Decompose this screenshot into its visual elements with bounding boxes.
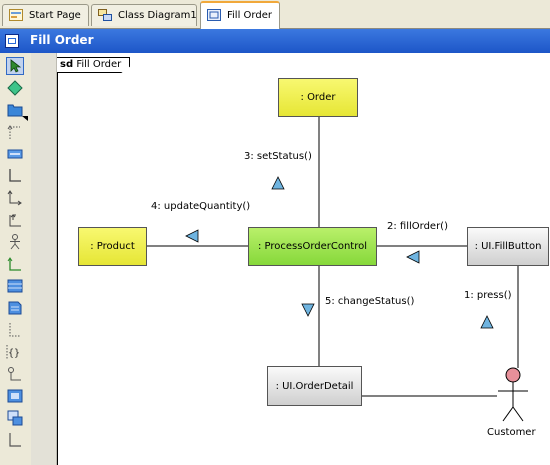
lifeline-tool-icon[interactable] [6, 101, 28, 121]
actor-tool-icon[interactable] [6, 233, 24, 251]
select-tool-icon[interactable] [6, 57, 24, 75]
arrow-up-setstatus-icon [271, 176, 285, 190]
self-message-tool-icon[interactable] [6, 211, 24, 229]
fragment-tool-icon[interactable] [6, 277, 24, 295]
tab-fill-order[interactable]: Fill Order [200, 1, 280, 29]
diagram-toolbar: {} [0, 53, 32, 465]
editor-tab-strip: Start Page Class Diagram1 Fill Order [0, 0, 550, 29]
note-tool-icon[interactable] [6, 299, 24, 317]
create-message-tool-icon[interactable] [6, 255, 24, 273]
node-order[interactable]: : Order [278, 78, 358, 117]
message-4-label[interactable]: 4: updateQuantity() [151, 201, 250, 212]
message-tool-icon[interactable] [6, 167, 24, 185]
diagram-canvas[interactable]: sd Fill Order : Order : Product: Proces… [57, 53, 550, 465]
actor-customer-label: Customer [487, 427, 536, 438]
arrow-left-fillorder-icon [406, 250, 420, 264]
anchor-tool-icon[interactable] [6, 321, 24, 339]
message-1-label[interactable]: 1: press() [464, 290, 512, 301]
ruler-gutter [31, 53, 57, 465]
customer-actor-icon [498, 367, 528, 422]
communication-diagram-icon [207, 9, 221, 21]
class-diagram-icon [98, 9, 112, 21]
gate-tool-icon[interactable] [6, 409, 24, 427]
diagram-title: Fill Order [30, 33, 94, 47]
continuation-tool-icon[interactable] [6, 431, 24, 449]
link-tool-icon[interactable] [6, 365, 24, 383]
diagram-icon [5, 34, 19, 48]
tab-class-diagram1[interactable]: Class Diagram1 [91, 4, 197, 26]
message-3-label[interactable]: 3: setStatus() [244, 151, 312, 162]
node-product[interactable]: : Product [78, 227, 147, 266]
node-process-order-control[interactable]: : ProcessOrderControl [248, 227, 377, 266]
tab-start-page[interactable]: Start Page [2, 4, 89, 26]
message-2-label[interactable]: 2: fillOrder() [387, 221, 448, 232]
interaction-use-tool-icon[interactable] [6, 387, 24, 405]
arrow-left-updatequantity-icon [185, 229, 199, 243]
arrow-up-press-icon [480, 315, 494, 329]
sweeper-tool-icon[interactable] [6, 79, 24, 97]
node-ui-orderdetail[interactable]: : UI.OrderDetail [267, 366, 362, 406]
constraint-tool-icon[interactable]: {} [6, 343, 24, 361]
message-5-label[interactable]: 5: changeStatus() [325, 296, 414, 307]
dotted-connector-tool-icon[interactable] [6, 123, 24, 141]
start-page-icon [9, 9, 23, 21]
return-message-tool-icon[interactable] [6, 189, 24, 207]
diagram-title-bar: Fill Order [0, 29, 550, 53]
lifeline-box-tool-icon[interactable] [6, 145, 24, 163]
arrow-down-changestatus-icon [301, 303, 315, 317]
node-ui-fillbutton[interactable]: : UI.FillButton [467, 227, 549, 266]
svg-text:{}: {} [8, 348, 20, 359]
